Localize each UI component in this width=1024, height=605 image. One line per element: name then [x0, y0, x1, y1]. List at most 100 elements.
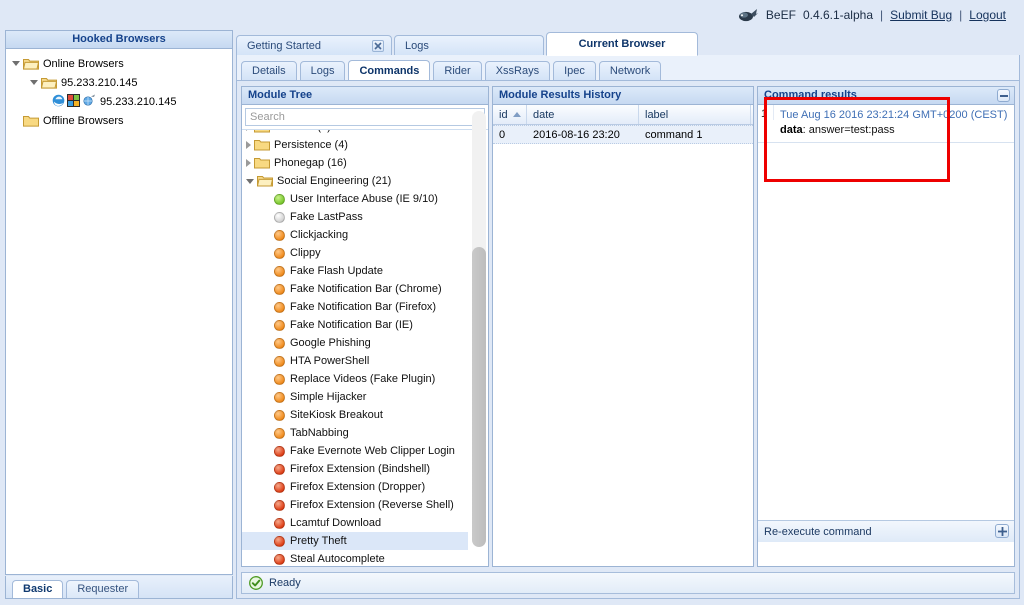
module-item-label: Fake LastPass — [290, 211, 363, 223]
module-item-label: Clickjacking — [290, 229, 349, 241]
sub-tabbar: Details Logs Commands Rider XssRays Ipec… — [241, 59, 664, 81]
result-text: Tue Aug 16 2016 23:21:24 GMT+0200 (CEST)… — [774, 105, 1011, 142]
beef-application-window: BeEF 0.4.6.1-alpha | Submit Bug | Logout… — [0, 0, 1024, 605]
module-item[interactable]: Replace Videos (Fake Plugin) — [242, 370, 468, 388]
collapse-arrow-icon[interactable] — [246, 141, 251, 149]
subtab-xssrays[interactable]: XssRays — [484, 61, 551, 81]
separator-1: | — [880, 8, 884, 22]
expand-arrow-icon[interactable] — [246, 178, 254, 184]
result-date: Tue Aug 16 2016 23:21:24 GMT+0200 (CEST) — [780, 109, 1008, 121]
result-data: data: answer=test:pass — [780, 124, 895, 136]
close-icon[interactable] — [372, 40, 384, 52]
cell-id: 0 — [499, 128, 506, 141]
tree-label: 95.233.210.145 — [100, 95, 177, 108]
collapse-arrow-icon[interactable] — [246, 130, 251, 131]
tree-node-hooked-browser[interactable]: 95.233.210.145 — [10, 92, 232, 111]
status-dot-orange-icon — [274, 319, 285, 331]
tab-label: Current Browser — [578, 37, 666, 50]
module-folder-social-engineering[interactable]: Social Engineering (21) — [242, 172, 468, 190]
scrollbar-thumb[interactable] — [472, 247, 486, 547]
tree-node-offline-browsers[interactable]: Offline Browsers — [10, 111, 232, 130]
module-item[interactable]: Firefox Extension (Reverse Shell) — [242, 496, 468, 514]
minus-icon[interactable] — [997, 89, 1010, 102]
subtab-rider[interactable]: Rider — [433, 61, 482, 81]
module-item[interactable]: Clickjacking — [242, 226, 468, 244]
subtab-ipec[interactable]: Ipec — [553, 61, 596, 81]
folder-open-icon — [41, 76, 57, 89]
status-dot-red-icon — [274, 481, 285, 493]
module-item-label: Simple Hijacker — [290, 391, 367, 403]
column-header-id[interactable]: id — [493, 105, 527, 124]
expand-arrow-icon[interactable] — [30, 80, 38, 85]
search-input[interactable] — [245, 108, 485, 126]
collapse-arrow-icon[interactable] — [246, 159, 251, 167]
logout-link[interactable]: Logout — [969, 8, 1006, 22]
subtab-commands[interactable]: Commands — [348, 60, 431, 81]
module-item-selected[interactable]: Pretty Theft — [242, 532, 468, 550]
module-item[interactable]: Simple Hijacker — [242, 388, 468, 406]
status-dot-grey-icon — [274, 211, 285, 223]
browser-ie-icon — [52, 94, 65, 110]
tree-label: Offline Browsers — [43, 114, 124, 127]
module-item[interactable]: Fake Flash Update — [242, 262, 468, 280]
module-item[interactable]: Fake Evernote Web Clipper Login — [242, 442, 468, 460]
column-header-label-col[interactable]: label — [639, 105, 751, 124]
tree-node-online-browsers[interactable]: Online Browsers — [10, 54, 232, 73]
folder-open-icon — [257, 175, 273, 188]
module-item[interactable]: Lcamtuf Download — [242, 514, 468, 532]
tab-basic[interactable]: Basic — [12, 580, 64, 598]
history-grid-header: id date label — [493, 105, 753, 125]
submit-bug-link[interactable]: Submit Bug — [890, 8, 952, 22]
tab-logs[interactable]: Logs — [394, 35, 544, 56]
plus-icon[interactable] — [995, 524, 1009, 538]
commands-content: Module Tree Search Persistence (4) Phone… — [237, 81, 1019, 598]
module-folder-label: Phonegap (16) — [274, 157, 347, 169]
module-item[interactable]: Google Phishing — [242, 334, 468, 352]
module-item[interactable]: Firefox Extension (Bindshell) — [242, 460, 468, 478]
status-bar: Ready — [241, 572, 1015, 594]
tab-current-browser[interactable]: Current Browser — [546, 32, 698, 56]
main-tabbar: Getting Started Logs Current Browser — [236, 32, 1020, 56]
tab-getting-started[interactable]: Getting Started — [236, 35, 392, 56]
tree-node-host-group[interactable]: 95.233.210.145 — [10, 73, 232, 92]
module-item[interactable]: HTA PowerShell — [242, 352, 468, 370]
hooked-browsers-tree: Online Browsers 95.233.210.145 95.233.21… — [6, 49, 232, 574]
status-dot-orange-icon — [274, 247, 285, 259]
column-header-date[interactable]: date — [527, 105, 639, 124]
module-item-label: Fake Evernote Web Clipper Login — [290, 445, 455, 457]
module-item[interactable]: Firefox Extension (Dropper) — [242, 478, 468, 496]
status-dot-red-icon — [274, 463, 285, 475]
tab-requester[interactable]: Requester — [66, 580, 140, 598]
module-item[interactable]: Fake LastPass — [242, 208, 468, 226]
module-item[interactable]: User Interface Abuse (IE 9/10) — [242, 190, 468, 208]
subtab-logs[interactable]: Logs — [299, 61, 346, 81]
tab-label: Logs — [405, 40, 429, 52]
module-item[interactable]: Fake Notification Bar (Firefox) — [242, 298, 468, 316]
module-item[interactable]: Fake Notification Bar (IE) — [242, 316, 468, 334]
result-data-value: answer=test:pass — [808, 124, 895, 136]
module-item-label: HTA PowerShell — [290, 355, 370, 367]
hooked-browsers-title: Hooked Browsers — [6, 31, 232, 49]
status-dot-orange-icon — [274, 409, 285, 421]
status-dot-orange-icon — [274, 301, 285, 313]
module-item-label: Lcamtuf Download — [290, 517, 382, 529]
module-item[interactable]: Clippy — [242, 244, 468, 262]
subtab-network[interactable]: Network — [598, 61, 662, 81]
result-entry[interactable]: 1 Tue Aug 16 2016 23:21:24 GMT+0200 (CES… — [758, 105, 1014, 143]
module-item-label: Fake Flash Update — [290, 265, 383, 277]
module-item[interactable]: Fake Notification Bar (Chrome) — [242, 280, 468, 298]
subtab-details[interactable]: Details — [241, 61, 297, 81]
tab-label: Getting Started — [247, 40, 321, 52]
module-item[interactable]: SiteKiosk Breakout — [242, 406, 468, 424]
module-item[interactable]: Steal Autocomplete — [242, 550, 468, 566]
module-tree-scrollbar[interactable] — [472, 111, 486, 547]
module-folder-phonegap[interactable]: Phonegap (16) — [242, 154, 468, 172]
module-item-label: Steal Autocomplete — [290, 553, 385, 565]
current-browser-panel: Details Logs Commands Rider XssRays Ipec… — [236, 55, 1020, 599]
table-row[interactable]: 0 2016-08-16 23:20 command 1 — [493, 125, 753, 144]
module-item-label: Firefox Extension (Dropper) — [290, 481, 426, 493]
module-item[interactable]: TabNabbing — [242, 424, 468, 442]
cell-label: command 1 — [645, 128, 703, 141]
module-folder-persistence[interactable]: Persistence (4) — [242, 136, 468, 154]
expand-arrow-icon[interactable] — [12, 61, 20, 66]
